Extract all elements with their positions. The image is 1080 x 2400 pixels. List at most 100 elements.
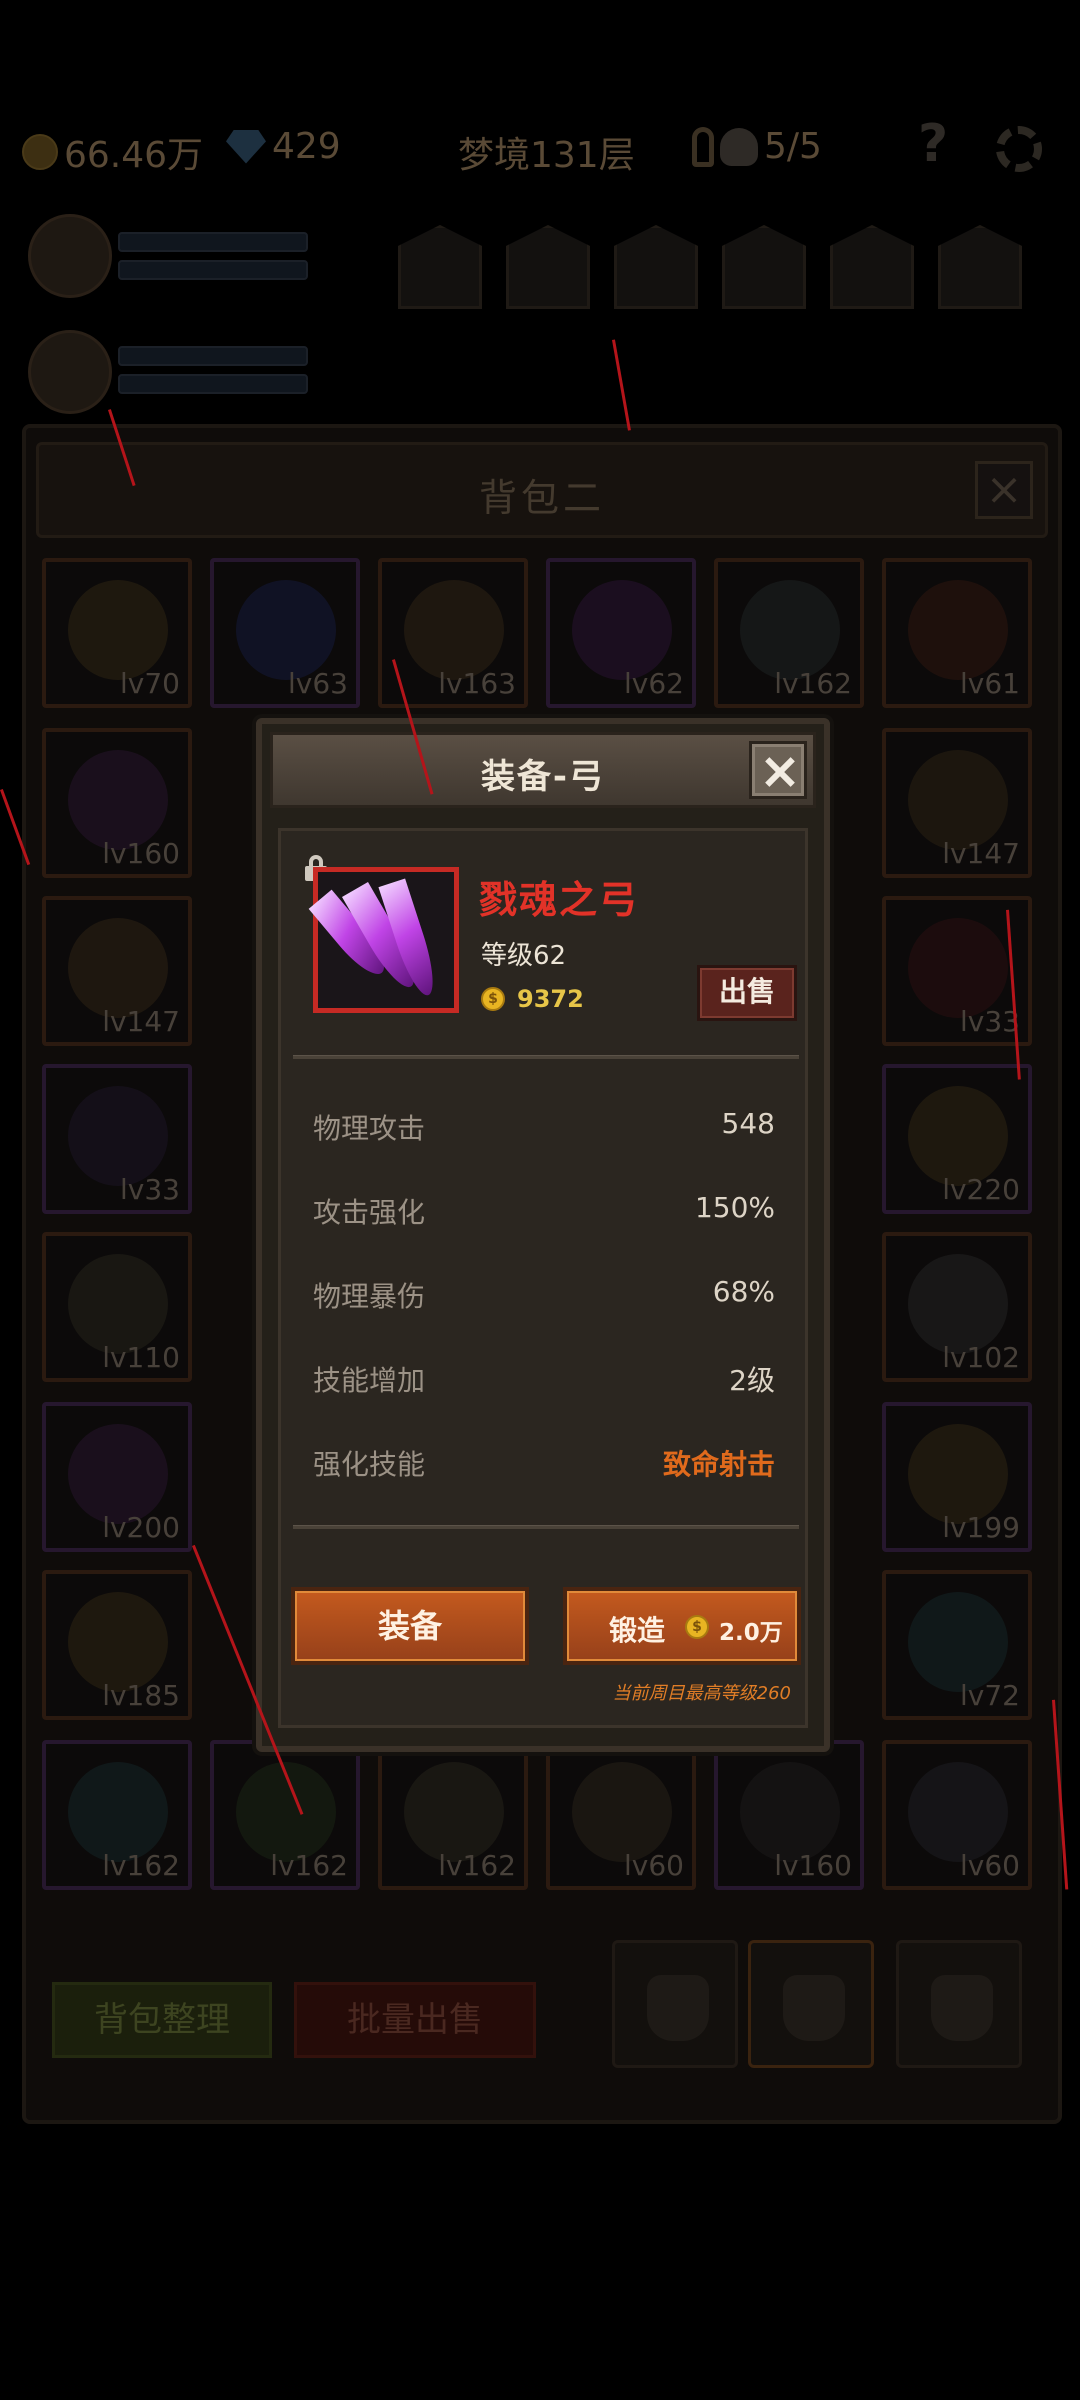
bag-tab-3[interactable] — [896, 1940, 1022, 2068]
sell-button[interactable]: 出售 — [697, 965, 797, 1021]
item-icon — [908, 918, 1008, 1018]
slot-level: lv199 — [942, 1511, 1020, 1544]
item-icon — [68, 750, 168, 850]
stat-label: 强化技能 — [313, 1448, 426, 1481]
dungeon-level-text: 梦境131层 — [458, 135, 635, 176]
bag-slot[interactable]: lv185 — [42, 1570, 192, 1720]
backpack-icon — [647, 1975, 709, 2041]
item-icon — [404, 1762, 504, 1862]
bag-slot[interactable]: lv162 — [42, 1740, 192, 1890]
stat-value: 548 — [721, 1107, 775, 1140]
hero-mp-bar — [118, 260, 308, 280]
gold-coin-icon — [22, 134, 58, 170]
bag-slot[interactable]: lv160 — [42, 728, 192, 878]
bag-slot[interactable]: lv220 — [882, 1064, 1032, 1214]
bag-slot[interactable]: lv199 — [882, 1402, 1032, 1552]
equip-button[interactable]: 装备 — [291, 1587, 529, 1665]
slot-level: lv147 — [102, 1005, 180, 1038]
stat-value: 2级 — [729, 1364, 775, 1397]
item-icon — [908, 580, 1008, 680]
bag-slot[interactable]: lv162 — [378, 1740, 528, 1890]
slot-level: lv147 — [942, 837, 1020, 870]
item-icon — [68, 918, 168, 1018]
slot-level: lv63 — [288, 667, 348, 700]
item-icon — [236, 580, 336, 680]
bag-close-button[interactable]: × — [975, 461, 1033, 519]
item-icon — [68, 1762, 168, 1862]
item-icon — [572, 1762, 672, 1862]
bag-slot[interactable]: lv72 — [882, 1570, 1032, 1720]
bulk-sell-button[interactable]: 批量出售 — [294, 1982, 536, 2058]
bag-slot[interactable]: lv61 — [882, 558, 1032, 708]
slot-level: lv185 — [102, 1679, 180, 1712]
stat-label: 物理暴伤 — [313, 1280, 426, 1313]
dialog-header: 装备-弓 — [270, 732, 816, 808]
key-icon — [692, 126, 714, 167]
slot-level: lv70 — [120, 667, 180, 700]
bag-slot[interactable]: lv162 — [210, 1740, 360, 1890]
stat-row: 物理暴伤 68% — [313, 1275, 775, 1315]
item-icon-frame — [308, 867, 459, 1013]
bag-slot[interactable]: lv33 — [42, 1064, 192, 1214]
item-icon — [908, 750, 1008, 850]
hero-portrait-warrior[interactable] — [28, 214, 112, 298]
forge-label: 锻造 — [609, 1614, 666, 1647]
bag-title: 背包二 — [478, 476, 605, 520]
slot-level: lv162 — [102, 1849, 180, 1882]
stat-row: 技能增加 2级 — [313, 1359, 775, 1399]
stat-value-skill: 致命射击 — [662, 1448, 775, 1481]
bag-slot[interactable]: lv60 — [546, 1740, 696, 1890]
bag-sort-button[interactable]: 背包整理 — [52, 1982, 272, 2058]
slot-level: lv162 — [438, 1849, 516, 1882]
bag-slot[interactable]: lv102 — [882, 1232, 1032, 1382]
hero-portrait-mage[interactable] — [28, 330, 112, 414]
dungeon-level: 梦境131层 — [458, 126, 635, 178]
item-icon — [908, 1254, 1008, 1354]
bag-tab-1[interactable] — [612, 1940, 738, 2068]
bag-slot[interactable]: lv147 — [882, 728, 1032, 878]
dialog-title: 装备-弓 — [480, 757, 606, 797]
stat-row: 物理攻击 548 — [313, 1107, 775, 1147]
stat-row: 强化技能 致命射击 — [313, 1443, 775, 1483]
item-icon — [572, 580, 672, 680]
settings-button[interactable] — [996, 126, 1042, 172]
hero-mp-bar — [118, 374, 308, 394]
item-level: 等级62 — [481, 941, 567, 971]
bag-slot[interactable]: lv160 — [714, 1740, 864, 1890]
divider — [293, 1055, 799, 1059]
question-mark-icon: ? — [918, 114, 949, 174]
slot-level: lv72 — [960, 1679, 1020, 1712]
bag-slot[interactable]: lv200 — [42, 1402, 192, 1552]
top-resource-bar: 66.46万 429 梦境131层 5/5 ? — [0, 114, 1080, 180]
item-icon — [908, 1762, 1008, 1862]
slot-level: lv110 — [102, 1341, 180, 1374]
forge-button[interactable]: 锻造 $ 2.0万 — [563, 1587, 801, 1665]
slot-level: lv160 — [774, 1849, 852, 1882]
bag-slot[interactable]: lv70 — [42, 558, 192, 708]
dialog-close-button[interactable] — [749, 741, 807, 799]
bag-slot[interactable]: lv147 — [42, 896, 192, 1046]
stat-label: 物理攻击 — [313, 1112, 426, 1145]
item-icon — [740, 1762, 840, 1862]
dialog-body: 戮魂之弓 等级62 $ 9372 出售 物理攻击 548 攻击强化 150% 物… — [278, 828, 808, 1728]
bag-slot[interactable]: lv162 — [714, 558, 864, 708]
bag-slot[interactable]: lv60 — [882, 1740, 1032, 1890]
item-icon — [740, 580, 840, 680]
slot-level: lv62 — [624, 667, 684, 700]
item-name: 戮魂之弓 — [479, 878, 640, 922]
help-button[interactable]: ? — [918, 114, 948, 174]
bag-slot[interactable]: lv62 — [546, 558, 696, 708]
gold-coin-icon: $ — [481, 987, 505, 1011]
hero-hp-bar — [118, 232, 308, 252]
item-icon — [68, 1424, 168, 1524]
backpack-icon — [931, 1975, 993, 2041]
bag-tab-2[interactable] — [748, 1940, 874, 2068]
bag-slot[interactable]: lv63 — [210, 558, 360, 708]
item-icon — [68, 580, 168, 680]
slot-level: lv60 — [960, 1849, 1020, 1882]
stat-value: 150% — [694, 1191, 775, 1224]
bag-slot[interactable]: lv110 — [42, 1232, 192, 1382]
gold-counter: 66.46万 — [22, 126, 203, 178]
skull-icon — [720, 127, 758, 166]
forge-cost: 2.0万 — [719, 1620, 783, 1646]
